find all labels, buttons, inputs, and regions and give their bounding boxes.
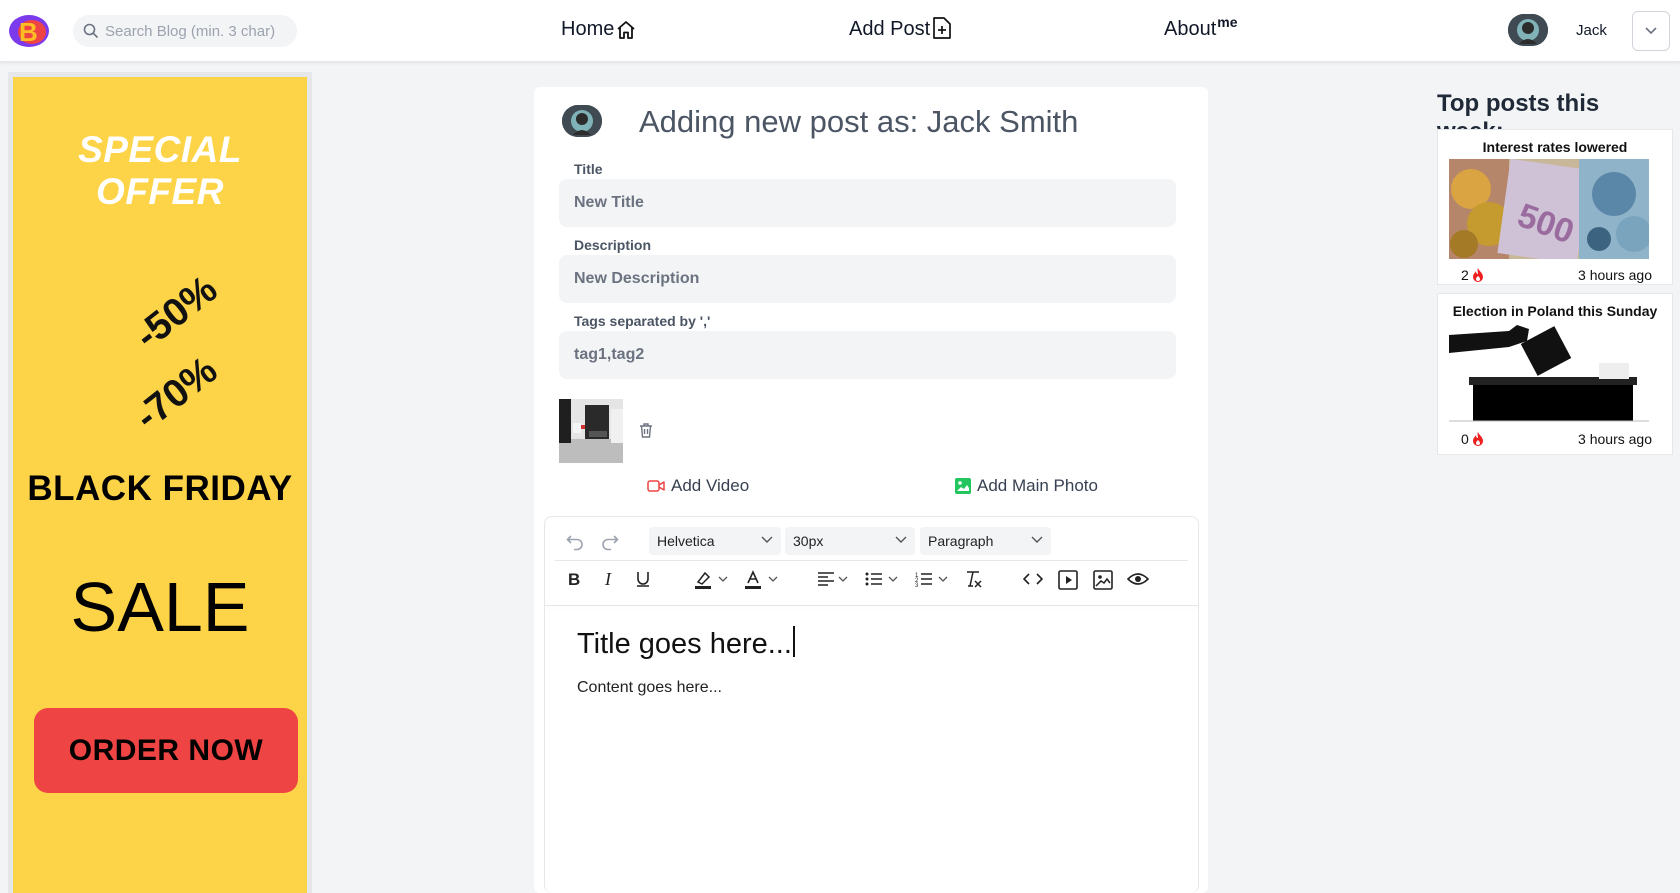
home-icon xyxy=(617,20,635,39)
toolbar-row-1 xyxy=(555,525,1188,561)
avatar-image xyxy=(562,105,602,137)
post-likes: 2 xyxy=(1461,267,1485,283)
fire-icon xyxy=(1472,268,1483,282)
tags-label: Tags separated by ',' xyxy=(574,313,711,329)
nav-add-post-label: Add Post xyxy=(849,18,931,40)
post-time: 3 hours ago xyxy=(1578,267,1652,283)
user-name[interactable]: Jack xyxy=(1576,22,1607,39)
rich-text-editor[interactable]: Helvetica 30px Paragraph B I 1 2 3 Title… xyxy=(544,516,1199,893)
post-title[interactable]: Election in Poland this Sunday xyxy=(1438,294,1672,319)
add-video-label: Add Video xyxy=(671,476,750,495)
avatar-image xyxy=(1508,14,1548,46)
video-icon xyxy=(647,480,665,492)
title-input[interactable] xyxy=(574,194,1154,212)
search-box[interactable] xyxy=(73,15,297,47)
post-likes: 0 xyxy=(1461,431,1485,447)
editor-title-text: Title goes here... xyxy=(577,628,792,660)
nav-about-sup: me xyxy=(1217,13,1238,30)
title-field[interactable] xyxy=(559,179,1176,227)
image-icon xyxy=(955,478,971,494)
tags-input[interactable] xyxy=(574,346,1154,364)
code-icon[interactable] xyxy=(1023,571,1043,587)
post-image[interactable]: 500 xyxy=(1449,159,1649,259)
editor-title-line[interactable]: Title goes here... xyxy=(577,626,795,661)
ad-discount-2: -70% xyxy=(127,348,226,439)
ad-offer-text: SPECIAL OFFER xyxy=(78,129,242,212)
preview-eye-icon[interactable] xyxy=(1127,571,1149,587)
post-image[interactable] xyxy=(1449,323,1649,423)
ad-sale-text: SALE xyxy=(70,568,250,646)
ad-discount-1: -50% xyxy=(127,267,226,358)
embed-video-icon[interactable] xyxy=(1058,570,1078,590)
underline-icon[interactable] xyxy=(634,570,652,588)
search-input[interactable] xyxy=(105,22,285,40)
text-caret xyxy=(792,626,795,657)
chevron-down-icon[interactable] xyxy=(768,576,778,584)
search-icon xyxy=(83,23,99,39)
description-label: Description xyxy=(574,237,652,253)
post-meta: 0 3 hours ago xyxy=(1461,431,1652,447)
add-main-photo-label: Add Main Photo xyxy=(977,476,1098,495)
advertisement-banner[interactable]: SPECIAL OFFER -50% -70% BLACK FRIDAY SAL… xyxy=(8,72,312,893)
text-color-icon[interactable] xyxy=(743,570,763,590)
trash-icon[interactable] xyxy=(637,421,655,439)
add-main-photo-button[interactable]: Add Main Photo xyxy=(955,476,1098,496)
title-label: Title xyxy=(574,161,603,177)
editor-content-line[interactable]: Content goes here... xyxy=(577,679,722,697)
description-input[interactable] xyxy=(574,270,1154,288)
nav-about-label: About xyxy=(1164,18,1217,40)
nav-home-label: Home xyxy=(561,18,615,40)
post-time: 3 hours ago xyxy=(1578,431,1652,447)
bold-icon[interactable]: B xyxy=(565,570,583,588)
post-likes-count: 0 xyxy=(1461,431,1469,447)
chevron-down-icon xyxy=(1645,27,1657,35)
file-plus-icon xyxy=(933,16,952,39)
description-field[interactable] xyxy=(559,255,1176,303)
ad-order-button[interactable]: ORDER NOW xyxy=(34,708,298,793)
author-avatar xyxy=(562,105,602,137)
align-left-icon[interactable] xyxy=(817,571,835,587)
toolbar-separator xyxy=(545,605,1198,606)
chevron-down-icon[interactable] xyxy=(718,576,728,584)
post-title[interactable]: Interest rates lowered xyxy=(1438,130,1672,155)
add-video-button[interactable]: Add Video xyxy=(647,476,749,496)
numbered-list-icon[interactable]: 1 2 3 xyxy=(915,571,933,587)
ad-event-text: BLACK FRIDAY xyxy=(27,469,293,508)
top-navbar: B Home Add Post Aboutme Jack xyxy=(0,0,1680,62)
user-menu-button[interactable] xyxy=(1632,11,1670,51)
post-meta: 2 3 hours ago xyxy=(1461,267,1652,283)
fire-icon xyxy=(1472,432,1483,446)
top-post-card[interactable]: Election in Poland this Sunday 0 3 hours… xyxy=(1437,293,1673,455)
svg-text:B: B xyxy=(19,17,38,47)
italic-icon[interactable]: I xyxy=(600,570,618,588)
new-post-form: Adding new post as: Jack Smith Title Des… xyxy=(534,87,1208,893)
bullet-list-icon[interactable] xyxy=(865,571,883,587)
nav-add-post[interactable]: Add Post xyxy=(849,16,952,41)
top-posts-sidebar: Top posts this week: Interest rates lowe… xyxy=(1428,72,1673,893)
svg-text:3: 3 xyxy=(915,583,919,587)
nav-about[interactable]: About me xyxy=(1164,14,1238,41)
insert-image-icon[interactable] xyxy=(1093,570,1113,590)
chevron-down-icon[interactable] xyxy=(838,576,848,584)
form-heading: Adding new post as: Jack Smith xyxy=(639,104,1079,139)
svg-text:I: I xyxy=(604,570,612,588)
top-post-card[interactable]: Interest rates lowered 500 2 3 hours ago xyxy=(1437,129,1673,285)
svg-text:B: B xyxy=(568,570,580,588)
chevron-down-icon[interactable] xyxy=(888,576,898,584)
tags-field[interactable] xyxy=(559,331,1176,379)
highlight-icon[interactable] xyxy=(693,570,713,590)
nav-home[interactable]: Home xyxy=(561,18,637,41)
post-likes-count: 2 xyxy=(1461,267,1469,283)
blog-logo[interactable]: B xyxy=(8,14,50,48)
user-avatar[interactable] xyxy=(1508,14,1548,46)
main-photo-thumbnail xyxy=(559,399,623,463)
clear-formatting-icon[interactable] xyxy=(965,570,983,588)
chevron-down-icon[interactable] xyxy=(938,576,948,584)
